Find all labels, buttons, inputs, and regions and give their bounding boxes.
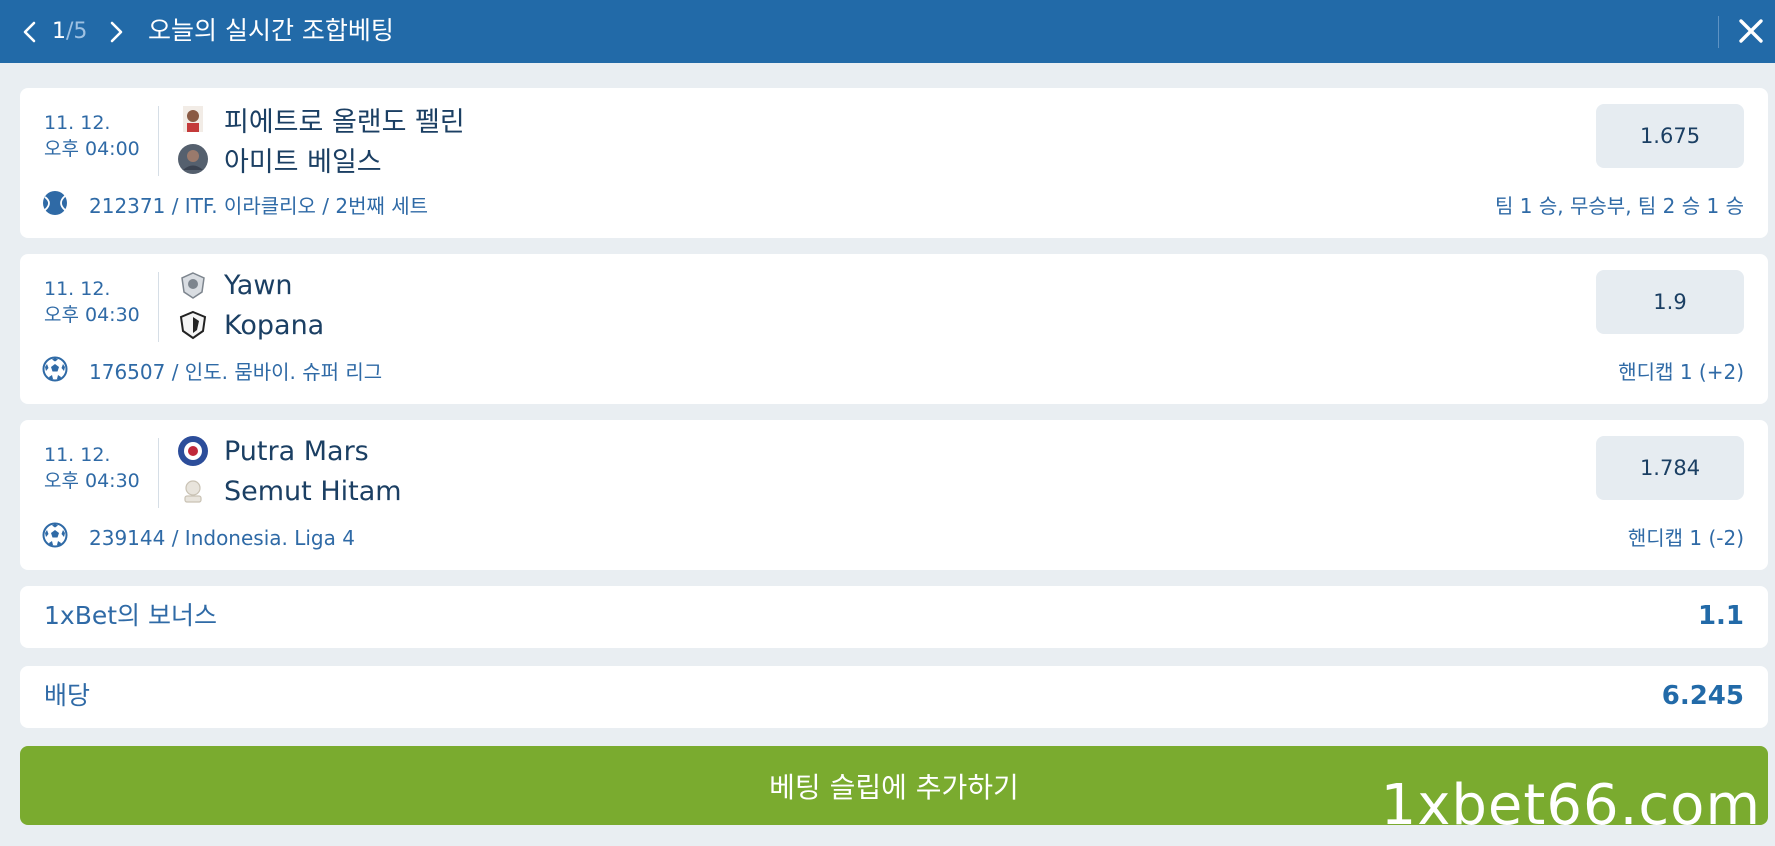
soccer-ball-icon <box>42 356 68 382</box>
team-crest-icon <box>176 474 210 508</box>
event-time: 오후 04:30 <box>44 470 140 492</box>
market-info: 핸디캡 1 (+2) <box>1618 360 1744 384</box>
divider <box>158 438 159 508</box>
team-row: 피에트로 올랜도 펠린 <box>176 102 465 138</box>
total-odds-label: 배당 <box>44 681 91 710</box>
odds-button[interactable]: 1.9 <box>1596 270 1744 334</box>
event-card: 11. 12. 오후 04:30 Putra Mars Semut Hitam … <box>20 420 1768 570</box>
odds-button[interactable]: 1.675 <box>1596 104 1744 168</box>
team-name: Putra Mars <box>224 435 369 467</box>
event-time: 오후 04:30 <box>44 304 140 326</box>
bonus-row: 1xBet의 보너스 1.1 <box>20 586 1768 648</box>
divider <box>158 272 159 342</box>
event-datetime: 11. 12. 오후 04:30 <box>44 442 140 494</box>
team-row: Semut Hitam <box>176 474 402 508</box>
team-row: Kopana <box>176 308 324 342</box>
event-datetime: 11. 12. 오후 04:00 <box>44 110 140 162</box>
event-date: 11. 12. <box>44 112 111 134</box>
page-current: 1 <box>52 19 66 44</box>
event-card: 11. 12. 오후 04:00 피에트로 올랜도 펠린 아미트 베일스 1.6… <box>20 88 1768 238</box>
header-bar: 1/5 오늘의 실시간 조합베팅 <box>0 0 1775 63</box>
team-row: Putra Mars <box>176 434 369 468</box>
total-odds-value: 6.245 <box>1661 681 1744 711</box>
soccer-ball-icon <box>42 522 68 548</box>
team-name: Yawn <box>224 269 293 301</box>
market-info: 핸디캡 1 (-2) <box>1627 526 1744 550</box>
bonus-label: 1xBet의 보너스 <box>44 601 217 630</box>
team-name: Semut Hitam <box>224 475 402 507</box>
team-name: 피에트로 올랜도 펠린 <box>224 106 465 138</box>
chevron-right-icon[interactable] <box>104 18 128 46</box>
team-crest-icon <box>176 268 210 302</box>
add-to-betslip-button[interactable]: 베팅 슬립에 추가하기 <box>20 746 1768 825</box>
chevron-left-icon[interactable] <box>18 18 42 46</box>
player-avatar-icon <box>176 142 210 176</box>
team-row: 아미트 베일스 <box>176 142 382 178</box>
tennis-ball-icon <box>43 191 67 215</box>
event-card: 11. 12. 오후 04:30 Yawn Kopana 1.9 176507 … <box>20 254 1768 404</box>
player-avatar-icon <box>176 102 210 136</box>
bonus-value: 1.1 <box>1697 601 1744 631</box>
event-date: 11. 12. <box>44 444 111 466</box>
team-row: Yawn <box>176 268 293 302</box>
close-icon[interactable] <box>1736 16 1766 46</box>
total-odds-row: 배당 6.245 <box>20 666 1768 728</box>
odds-button[interactable]: 1.784 <box>1596 436 1744 500</box>
page-total: 5 <box>73 19 88 44</box>
team-name: Kopana <box>224 309 325 341</box>
market-info: 팀 1 승, 무승부, 팀 2 승 1 승 <box>1495 194 1744 218</box>
team-crest-icon <box>176 434 210 468</box>
league-info: 212371 / ITF. 이라클리오 / 2번째 세트 <box>89 194 429 218</box>
league-info: 239144 / Indonesia. Liga 4 <box>89 526 355 550</box>
divider <box>158 106 159 176</box>
pager: 1/5 <box>52 18 87 46</box>
league-info: 176507 / 인도. 뭄바이. 슈퍼 리그 <box>89 360 383 384</box>
team-name: 아미트 베일스 <box>224 146 382 178</box>
header-divider <box>1718 16 1719 48</box>
event-datetime: 11. 12. 오후 04:30 <box>44 276 140 328</box>
event-date: 11. 12. <box>44 278 111 300</box>
event-time: 오후 04:00 <box>44 138 140 160</box>
page-title: 오늘의 실시간 조합베팅 <box>148 16 394 45</box>
team-crest-icon <box>176 308 210 342</box>
